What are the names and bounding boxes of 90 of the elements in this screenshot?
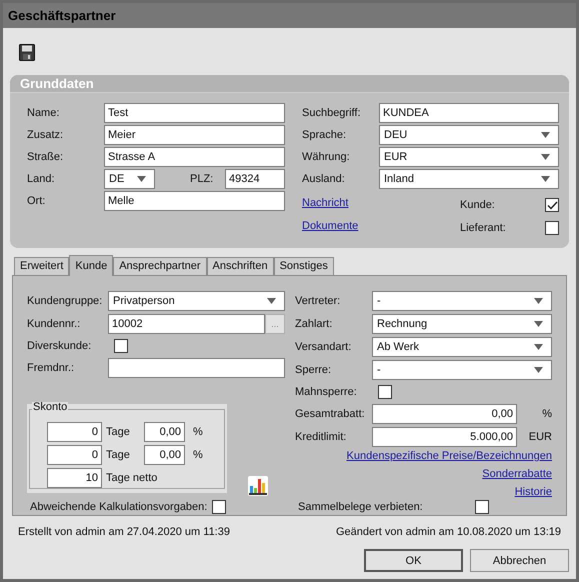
days-label: Tage	[106, 448, 131, 462]
dropdown-caret-icon	[541, 132, 550, 138]
bar-chart-icon[interactable]	[248, 476, 268, 496]
field-label: Fremdnr.:	[27, 361, 76, 375]
dropdown[interactable]: Rechnung	[372, 314, 552, 334]
dropdown[interactable]: DEU	[379, 125, 559, 145]
field-label: PLZ:	[190, 172, 214, 186]
days-label: Tage	[106, 425, 131, 439]
checkbox[interactable]	[378, 385, 392, 399]
field-label: Währung:	[302, 150, 351, 164]
checkbox-label: Lieferant:	[460, 221, 507, 235]
checkbox[interactable]	[475, 500, 489, 514]
field-label: Kundengruppe:	[27, 294, 104, 308]
unit-label: %	[193, 425, 203, 439]
unit-label: %	[193, 448, 203, 462]
checkbox[interactable]	[212, 500, 226, 514]
field-label: Gesamtrabatt:	[295, 407, 366, 421]
field-label: Name:	[27, 106, 60, 120]
tab[interactable]: Kunde	[69, 255, 114, 276]
text-field[interactable]: 0,00	[144, 422, 185, 442]
field-label: Ort:	[27, 194, 46, 208]
field-label: Sperre:	[295, 363, 332, 377]
dropdown[interactable]: -	[372, 291, 552, 311]
dropdown-caret-icon	[534, 321, 543, 327]
unit-label: %	[541, 407, 552, 421]
unit-label: EUR	[528, 430, 552, 444]
checkbox-label: Kunde:	[460, 198, 496, 212]
text-field[interactable]: 0,00	[144, 445, 185, 465]
text-field[interactable]: 10	[47, 468, 102, 488]
dropdown[interactable]: Privatperson	[108, 291, 285, 311]
link[interactable]: Kundenspezifische Preise/Bezeichnungen	[346, 449, 552, 463]
text-field[interactable]: 0	[47, 445, 102, 465]
field-label: Zahlart:	[295, 317, 334, 331]
field-label: Kundennr.:	[27, 317, 82, 331]
text-field[interactable]: 49324	[225, 169, 285, 189]
link[interactable]: Dokumente	[302, 219, 358, 233]
checkbox[interactable]	[545, 198, 559, 212]
tab[interactable]: Ansprechpartner	[113, 257, 207, 275]
text-field[interactable]: 0,00	[372, 404, 517, 424]
dropdown[interactable]: -	[372, 360, 552, 380]
text-field[interactable]: Meier	[104, 125, 285, 145]
checkbox-label: Abweichende Kalkulationsvorgaben:	[30, 500, 208, 514]
field-label: Mahnsperre:	[295, 385, 358, 399]
text-field[interactable]: 5.000,00	[372, 427, 517, 447]
dropdown[interactable]: EUR	[379, 147, 559, 167]
field-label: Versandart:	[295, 340, 352, 354]
text-field[interactable]: KUNDEA	[379, 103, 559, 123]
dropdown-caret-icon	[541, 154, 550, 160]
tab[interactable]: Erweitert	[14, 257, 70, 275]
tab[interactable]: Sonstiges	[274, 257, 334, 275]
checkbox[interactable]	[545, 221, 559, 235]
panel-title: Grunddaten	[20, 76, 94, 90]
text-field[interactable]: Test	[104, 103, 285, 123]
dropdown-caret-icon	[534, 344, 543, 350]
dropdown-caret-icon	[267, 298, 276, 304]
changed-info: Geändert von admin am 10.08.2020 um 13:19	[336, 525, 561, 539]
dropdown-caret-icon	[534, 298, 543, 304]
field-label: Land:	[27, 172, 56, 186]
tab[interactable]: Anschriften	[206, 257, 274, 275]
dropdown-caret-icon	[534, 367, 543, 373]
dropdown-caret-icon	[137, 176, 146, 182]
dialog-button[interactable]: Abbrechen	[470, 549, 569, 572]
dialog-button[interactable]: OK	[364, 549, 463, 572]
field-label: Straße:	[27, 150, 64, 164]
field-label: Sprache:	[302, 128, 348, 142]
field-label: Kreditlimit:	[295, 430, 348, 444]
checkbox[interactable]	[114, 339, 128, 353]
dropdown[interactable]: DE	[104, 169, 155, 189]
field-label: Suchbegriff:	[302, 106, 362, 120]
dropdown[interactable]: Inland	[379, 169, 559, 189]
window-title: Geschäftspartner	[8, 8, 116, 22]
created-info: Erstellt von admin am 27.04.2020 um 11:39	[18, 525, 230, 539]
link[interactable]: Sonderrabatte	[482, 467, 552, 481]
text-field[interactable]: 10002	[108, 314, 265, 334]
days-label: Tage netto	[106, 471, 158, 485]
dropdown[interactable]: Ab Werk	[372, 337, 552, 357]
field-label: Ausland:	[302, 172, 346, 186]
text-field[interactable]: 0	[47, 422, 102, 442]
field-label: Vertreter:	[295, 294, 342, 308]
text-field[interactable]: Melle	[104, 191, 285, 211]
field-label: Zusatz:	[27, 128, 64, 142]
group-title: Skonto	[32, 402, 68, 413]
link[interactable]: Nachricht	[302, 196, 358, 210]
save-icon[interactable]	[19, 44, 35, 61]
field-label: Diverskunde:	[27, 339, 92, 353]
dropdown-caret-icon	[541, 176, 550, 182]
checkbox-label: Sammelbelege verbieten:	[298, 500, 424, 514]
link[interactable]: Historie	[514, 485, 552, 499]
text-field[interactable]	[108, 358, 285, 378]
text-field[interactable]: Strasse A	[104, 147, 285, 167]
